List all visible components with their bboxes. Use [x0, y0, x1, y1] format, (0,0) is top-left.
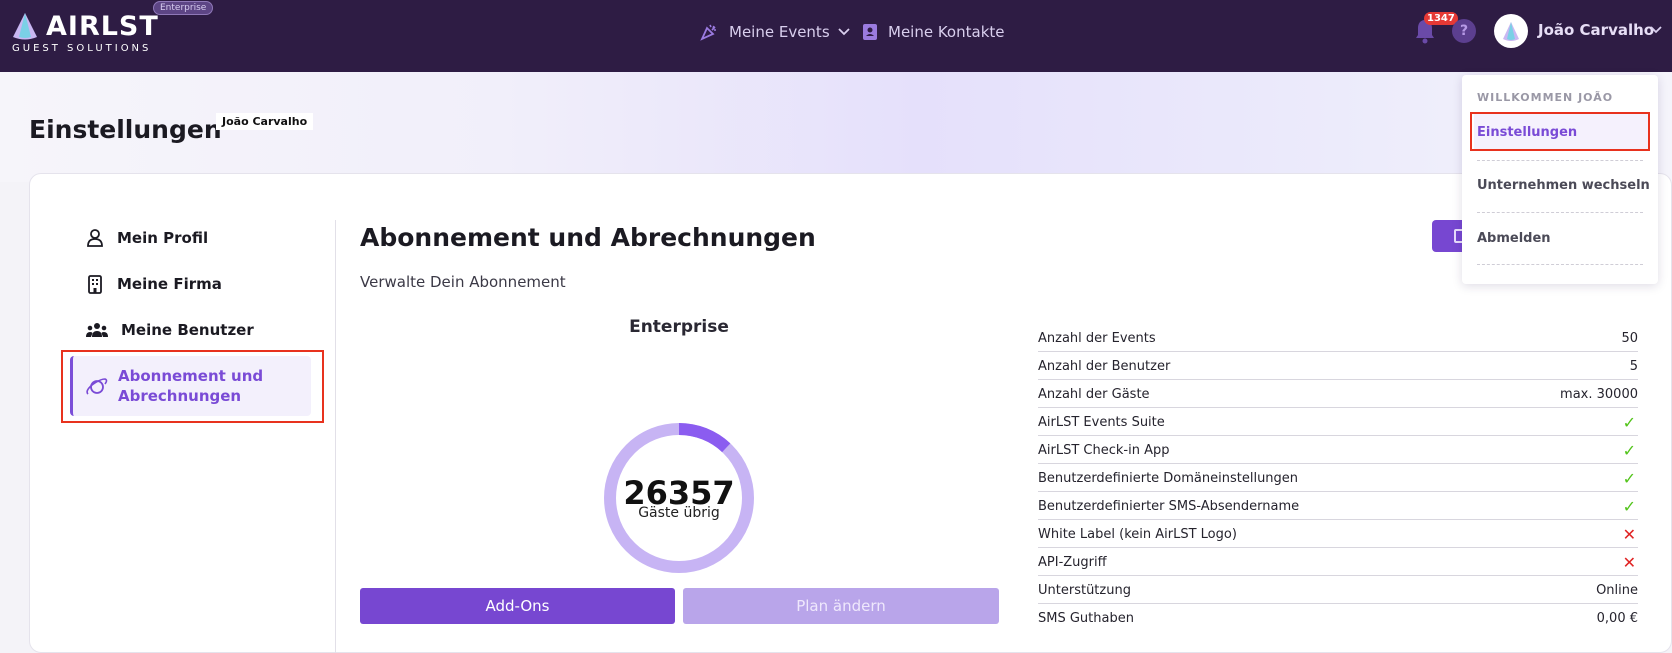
- nav-meine-events[interactable]: Meine Events: [699, 20, 850, 44]
- feature-value: Online: [1596, 583, 1638, 598]
- change-plan-button[interactable]: Plan ändern: [683, 588, 999, 624]
- user-icon: [87, 229, 103, 247]
- feature-list: Anzahl der Events 50 Anzahl der Benutzer 5…: [1038, 324, 1638, 632]
- feature-label: Unterstützung: [1038, 583, 1131, 598]
- nav-meine-events-label: Meine Events: [729, 23, 830, 41]
- menu-greeting: WILLKOMMEN JOÃO: [1477, 91, 1614, 104]
- menu-item-unternehmen-wechseln[interactable]: Unternehmen wechseln: [1477, 178, 1650, 193]
- chevron-down-icon: [838, 28, 850, 36]
- sidebar-item-mein-profil[interactable]: Mein Profil: [85, 225, 208, 251]
- list-item: White Label (kein AirLST Logo) ✕: [1038, 520, 1638, 548]
- user-name[interactable]: João Carvalho: [1538, 21, 1654, 39]
- list-item: SMS Guthaben 0,00 €: [1038, 604, 1638, 632]
- owner-badge: João Carvalho: [216, 113, 314, 130]
- feature-label: White Label (kein AirLST Logo): [1038, 527, 1237, 542]
- check-icon: ✓: [1622, 497, 1636, 516]
- feature-value: max. 30000: [1560, 387, 1638, 402]
- menu-item-abmelden[interactable]: Abmelden: [1477, 231, 1551, 246]
- notification-count-badge: 1347: [1424, 12, 1458, 25]
- feature-label: Benutzerdefinierte Domäneinstellungen: [1038, 471, 1299, 486]
- menu-divider: [1477, 212, 1643, 213]
- users-icon: [86, 323, 108, 337]
- feature-value: 5: [1629, 359, 1638, 374]
- building-icon: [88, 275, 102, 294]
- feature-label: Anzahl der Benutzer: [1038, 359, 1171, 374]
- feature-label: SMS Guthaben: [1038, 611, 1134, 626]
- list-item: AirLST Check-in App ✓: [1038, 436, 1638, 464]
- feature-label: Anzahl der Gäste: [1038, 387, 1150, 402]
- plan-badge: Enterprise: [153, 1, 214, 15]
- sidebar-item-meine-benutzer[interactable]: Meine Benutzer: [85, 317, 254, 343]
- sidebar-item-label: Meine Benutzer: [121, 321, 254, 339]
- list-item: AirLST Events Suite ✓: [1038, 408, 1638, 436]
- cross-icon: ✕: [1622, 553, 1636, 572]
- contact-book-icon: [863, 24, 877, 40]
- check-icon: ✓: [1622, 469, 1636, 488]
- list-item: Benutzerdefinierter SMS-Absendername ✓: [1038, 492, 1638, 520]
- logo-text: AIRLST: [46, 11, 159, 42]
- feature-value: 0,00 €: [1596, 611, 1638, 626]
- party-popper-icon: [700, 24, 716, 41]
- logo-mark-icon: [13, 13, 37, 40]
- feature-label: Benutzerdefinierter SMS-Absendername: [1038, 499, 1300, 514]
- sidebar-item-label: Mein Profil: [117, 229, 209, 247]
- plan-name: Enterprise: [629, 317, 729, 337]
- cross-icon: ✕: [1622, 525, 1636, 544]
- nav-meine-kontakte-label: Meine Kontakte: [888, 23, 1005, 41]
- feature-label: AirLST Check-in App: [1038, 443, 1170, 458]
- avatar-logo-icon: [1503, 22, 1519, 41]
- feature-label: API-Zugriff: [1038, 555, 1107, 570]
- page-title: Einstellungen: [29, 115, 222, 144]
- donut-used-arc: [678, 423, 731, 453]
- sidebar-divider: [335, 220, 336, 653]
- sidebar-item-label: Meine Firma: [117, 275, 222, 293]
- menu-divider: [1477, 160, 1643, 161]
- feature-value: 50: [1621, 331, 1638, 346]
- list-item: Anzahl der Gäste max. 30000: [1038, 380, 1638, 408]
- list-item: Anzahl der Events 50: [1038, 324, 1638, 352]
- feature-label: Anzahl der Events: [1038, 331, 1156, 346]
- section-title: Abonnement und Abrechnungen: [360, 223, 816, 252]
- logo-subtitle: GUEST SOLUTIONS: [12, 43, 152, 54]
- list-item: API-Zugriff ✕: [1038, 548, 1638, 576]
- chevron-down-icon[interactable]: [1650, 26, 1662, 34]
- menu-divider: [1477, 264, 1643, 265]
- section-subtitle: Verwalte Dein Abonnement: [360, 273, 566, 291]
- avatar[interactable]: [1494, 14, 1528, 48]
- highlight-box-menu: [1470, 112, 1650, 151]
- sidebar-item-meine-firma[interactable]: Meine Firma: [85, 271, 222, 297]
- highlight-box-sidebar: [61, 350, 324, 423]
- feature-label: AirLST Events Suite: [1038, 415, 1165, 430]
- list-item: Anzahl der Benutzer 5: [1038, 352, 1638, 380]
- guests-remaining-label: Gäste übrig: [638, 505, 720, 521]
- add-ons-button[interactable]: Add-Ons: [360, 588, 675, 624]
- help-button[interactable]: ?: [1452, 19, 1476, 43]
- airlst-logo[interactable]: AIRLST GUEST SOLUTIONS: [10, 9, 210, 59]
- list-item: Benutzerdefinierte Domäneinstellungen ✓: [1038, 464, 1638, 492]
- nav-meine-kontakte[interactable]: Meine Kontakte: [862, 20, 1004, 44]
- check-icon: ✓: [1622, 441, 1636, 460]
- list-item: Unterstützung Online: [1038, 576, 1638, 604]
- check-icon: ✓: [1622, 413, 1636, 432]
